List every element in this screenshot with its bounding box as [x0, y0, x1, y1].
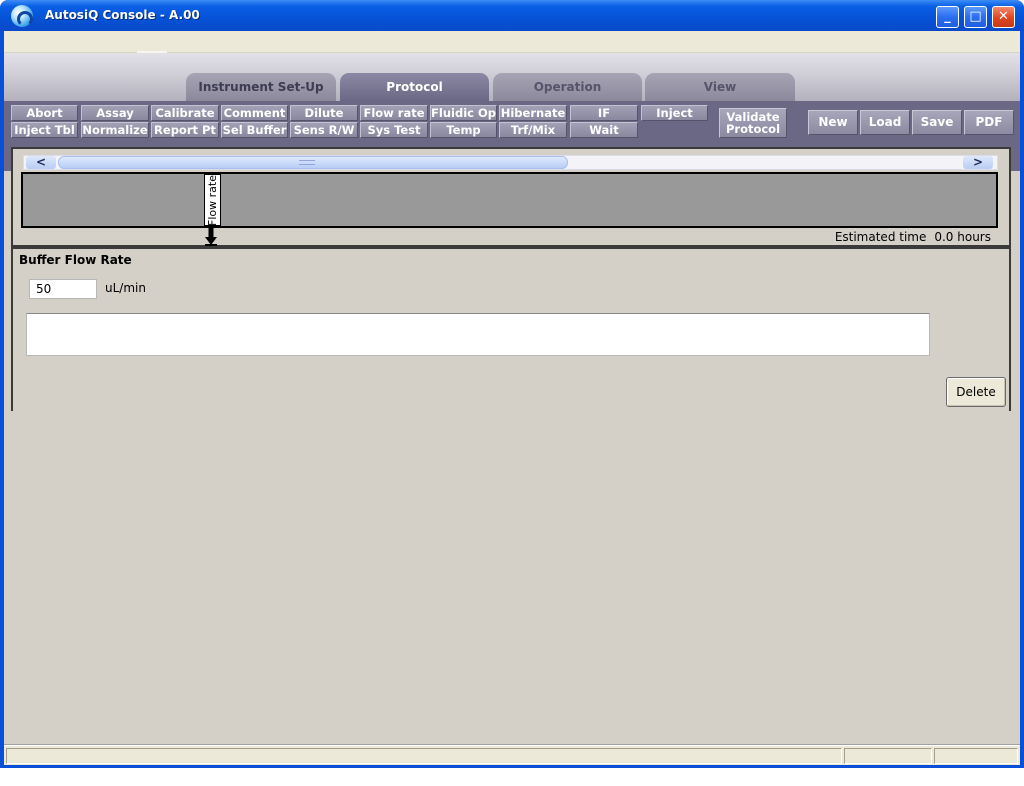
minimize-button[interactable]: _	[936, 6, 959, 28]
selected-step-arrow-icon	[205, 228, 217, 246]
save-button[interactable]: Save	[912, 110, 962, 135]
scroll-right-button[interactable]: >	[963, 156, 993, 169]
timeline-track[interactable]: Flow rate	[21, 172, 998, 228]
estimated-time-label: Estimated time	[834, 230, 927, 244]
status-bar	[4, 745, 1020, 765]
validate-label-line2: Protocol	[725, 122, 781, 136]
delete-step-button[interactable]: Delete	[946, 377, 1006, 407]
scroll-thumb[interactable]	[58, 156, 568, 169]
flow-rate-units: uL/min	[105, 281, 146, 295]
tab-label: Instrument Set-Up	[198, 80, 324, 94]
maximize-button[interactable]: □	[964, 6, 987, 28]
sel-buffer-step-button[interactable]: Sel Buffer	[221, 122, 288, 138]
load-button[interactable]: Load	[860, 110, 910, 135]
estimated-time: Estimated time 0.0 hours	[835, 230, 991, 244]
inject-tbl-step-button[interactable]: Inject Tbl	[11, 122, 78, 138]
scroll-grip-icon	[299, 160, 315, 165]
status-pane-3	[934, 748, 1018, 764]
timeline-scrollbar[interactable]: < >	[23, 155, 998, 170]
pdf-button[interactable]: PDF	[964, 110, 1014, 135]
calibrate-step-button[interactable]: Calibrate	[151, 105, 219, 121]
title-bar[interactable]: AutosiQ Console - A.00 _ □ ✕	[0, 0, 1024, 31]
inject-step-button[interactable]: Inject	[641, 105, 708, 121]
flow-rate-input[interactable]: 50	[29, 279, 97, 299]
trf-mix-step-button[interactable]: Trf/Mix	[499, 122, 567, 138]
app-logo-icon	[11, 5, 33, 27]
temp-step-button[interactable]: Temp	[430, 122, 497, 138]
scroll-left-button[interactable]: <	[26, 156, 56, 169]
wait-step-button[interactable]: Wait	[570, 122, 638, 138]
tab-label: View	[703, 80, 737, 94]
maximize-icon: □	[969, 9, 982, 24]
empty-work-area	[4, 411, 1020, 745]
tab-label: Operation	[533, 80, 602, 94]
abort-step-button[interactable]: Abort	[11, 105, 78, 121]
tab-label: Protocol	[386, 80, 443, 94]
app-window: AutosiQ Console - A.00 _ □ ✕ Instrument …	[0, 0, 1024, 768]
comment-step-button[interactable]: Comment	[221, 105, 288, 121]
step-marker-label: Flow rate	[206, 174, 219, 226]
tab-protocol[interactable]: Protocol	[340, 73, 489, 101]
hibernate-step-button[interactable]: Hibernate	[499, 105, 567, 121]
close-button[interactable]: ✕	[992, 6, 1015, 28]
validate-protocol-button[interactable]: Validate Protocol	[719, 108, 787, 138]
flow-rate-step-button[interactable]: Flow rate	[360, 105, 428, 121]
step-marker-flow-rate[interactable]: Flow rate	[204, 174, 221, 226]
window-title: AutosiQ Console - A.00	[45, 8, 200, 22]
tab-operation[interactable]: Operation	[493, 73, 642, 101]
estimated-time-value: 0.0 hours	[934, 230, 991, 244]
client-area: Instrument Set-Up Protocol Operation Vie…	[4, 31, 1020, 765]
menu-bar	[4, 31, 1020, 53]
tab-strip: Instrument Set-Up Protocol Operation Vie…	[4, 53, 1020, 101]
new-button[interactable]: New	[808, 110, 858, 135]
step-properties-panel: Buffer Flow Rate 50 uL/min Delete	[11, 247, 1011, 413]
arrow-right-icon: >	[972, 155, 984, 169]
report-pt-step-button[interactable]: Report Pt	[151, 122, 219, 138]
tab-instrument-setup[interactable]: Instrument Set-Up	[186, 73, 336, 101]
normalize-step-button[interactable]: Normalize	[81, 122, 149, 138]
protocol-timeline: < > Flow rate Estimated time 0.0 hours	[11, 147, 1011, 247]
step-title: Buffer Flow Rate	[19, 253, 132, 267]
tab-view[interactable]: View	[645, 73, 795, 101]
assay-step-button[interactable]: Assay	[81, 105, 149, 121]
sens-rw-step-button[interactable]: Sens R/W	[290, 122, 358, 138]
close-icon: ✕	[998, 9, 1009, 24]
arrow-left-icon: <	[35, 155, 47, 169]
sys-test-step-button[interactable]: Sys Test	[360, 122, 428, 138]
status-pane-2	[844, 748, 932, 764]
fluidic-op-step-button[interactable]: Fluidic Op	[430, 105, 497, 121]
status-pane-main	[6, 748, 842, 764]
if-step-button[interactable]: IF	[570, 105, 638, 121]
step-description-field[interactable]	[26, 313, 930, 356]
dilute-step-button[interactable]: Dilute	[290, 105, 358, 121]
minimize-icon: _	[944, 9, 951, 24]
